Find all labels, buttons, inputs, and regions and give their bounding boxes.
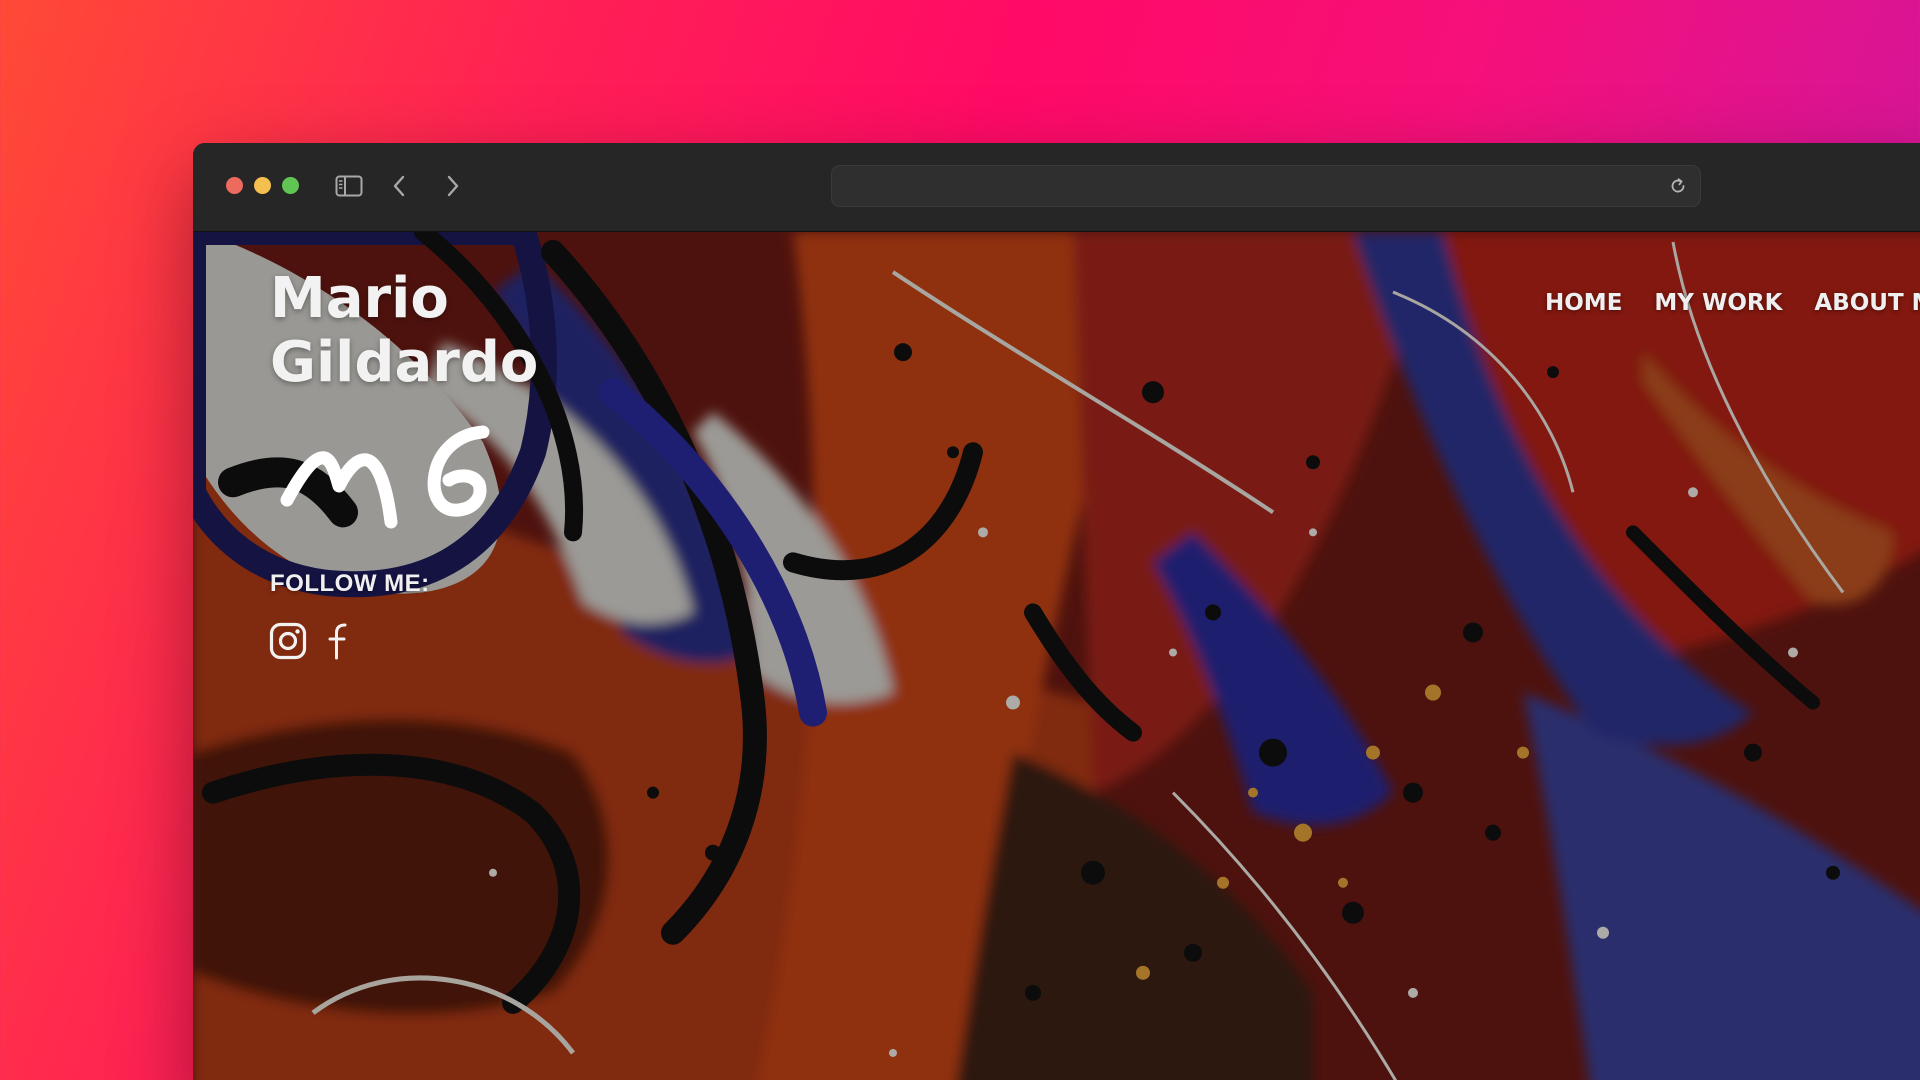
chevron-left-icon[interactable] xyxy=(382,169,416,203)
site-title[interactable]: Mario Gildardo xyxy=(270,267,538,395)
instagram-icon[interactable] xyxy=(267,620,309,662)
facebook-icon[interactable] xyxy=(317,620,359,662)
main-nav: HOME MY WORK ABOUT ME xyxy=(1545,290,1920,316)
page-viewport: Mario Gildardo FOLLOW ME: HOME MY WORK A… xyxy=(193,232,1920,1080)
nav-home[interactable]: HOME xyxy=(1545,290,1622,316)
browser-window: Mario Gildardo FOLLOW ME: HOME MY WORK A… xyxy=(193,143,1920,1080)
sidebar-toggle-icon[interactable] xyxy=(332,169,366,203)
chevron-right-icon[interactable] xyxy=(436,169,470,203)
browser-toolbar xyxy=(193,143,1920,232)
reload-icon[interactable] xyxy=(1664,172,1692,200)
address-bar[interactable] xyxy=(831,165,1701,207)
site-title-line2: Gildardo xyxy=(270,330,539,395)
mg-signature-logo xyxy=(280,425,490,529)
nav-about-me[interactable]: ABOUT ME xyxy=(1814,290,1920,316)
minimize-window-button[interactable] xyxy=(254,177,271,194)
zoom-window-button[interactable] xyxy=(282,177,299,194)
site-title-line1: Mario xyxy=(270,266,449,331)
follow-me-label: FOLLOW ME: xyxy=(270,570,430,597)
close-window-button[interactable] xyxy=(226,177,243,194)
nav-my-work[interactable]: MY WORK xyxy=(1654,290,1782,316)
